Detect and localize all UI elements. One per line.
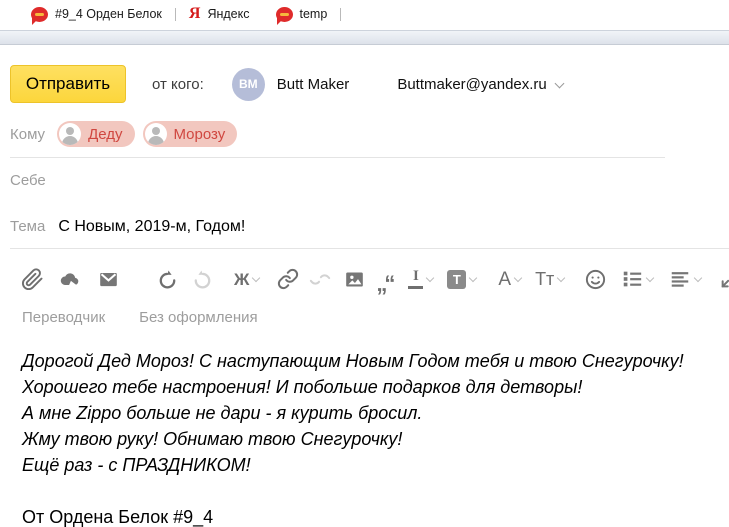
chevron-down-icon [426,273,435,283]
send-button[interactable]: Отправить [10,65,126,103]
sender-avatar[interactable]: BM [231,67,265,101]
chevron-down-icon [252,273,261,283]
chevron-down-icon [694,273,703,283]
quote-icon[interactable]: „“ [376,270,395,294]
tab-label: temp [299,7,328,21]
unlink-icon[interactable] [309,268,331,290]
subject-row[interactable]: Тема С Новым, 2019-м, Годом! [10,218,729,249]
list-icon[interactable] [621,268,655,290]
chat-bubble-minus-icon [275,6,293,25]
background-color-icon[interactable]: T [447,269,478,289]
fullscreen-icon[interactable] [719,268,729,290]
font-family-icon[interactable]: A [498,270,523,289]
emoji-icon[interactable] [584,268,607,291]
recipient-chip[interactable]: Морозу [142,121,238,147]
yandex-icon: Я [188,5,201,22]
chevron-down-icon [513,273,523,283]
message-body-editor[interactable]: Дорогой Дед Мороз! С наступающим Новым Г… [10,348,729,527]
person-avatar-icon [144,123,167,145]
subject-input[interactable]: С Новым, 2019-м, Годом! [58,218,245,236]
recipient-name: Деду [88,125,123,143]
tab-orden-belok[interactable]: #9_4 Орден Белок [18,0,175,28]
from-row: Отправить от кого: BM Butt Maker Buttmak… [10,65,729,103]
toolbar-sublinks: Переводчик Без оформления [10,309,729,326]
tab-label: Яндекс [207,7,250,21]
tab-label: #9_4 Орден Белок [55,7,162,21]
person-avatar-icon [59,123,82,145]
plain-text-link[interactable]: Без оформления [139,309,257,326]
chevron-down-icon [646,273,655,283]
attach-icon[interactable] [21,267,44,291]
cloud-attach-icon[interactable] [58,268,82,290]
body-line: Жму твою руку! Обнимаю твою Снегурочку! [22,429,403,449]
sender-name: Butt Maker [276,75,350,93]
align-icon[interactable] [669,268,703,290]
tab-temp[interactable]: temp [263,0,341,28]
chat-bubble-minus-icon [31,6,48,25]
attach-from-mail-icon[interactable] [97,269,120,290]
compose-pane: Отправить от кого: BM Butt Maker Buttmak… [0,65,729,527]
from-label: от кого: [152,75,204,93]
font-size-icon[interactable]: Тт [535,269,566,290]
body-line: Хорошего тебе настроения! И побольше под… [22,377,583,397]
body-line: Дорогой Дед Мороз! С наступающим Новым Г… [22,351,684,371]
chevron-down-icon [469,273,478,283]
recipient-chip[interactable]: Деду [57,121,135,147]
browser-tab-strip: #9_4 Орден Белок Я Яндекс temp [0,0,729,28]
undo-icon[interactable] [156,268,179,291]
body-line: А мне Zippo больше не дари - я курить бр… [22,403,423,423]
text-color-icon[interactable]: I [408,268,435,290]
browser-toolbar-band [0,30,729,45]
image-icon[interactable] [343,269,366,290]
sender-email[interactable]: Buttmaker@yandex.ru [397,76,546,93]
tab-separator [340,7,342,21]
bold-icon[interactable]: Ж [234,271,261,288]
recipient-name: Морозу [173,125,226,143]
tab-yandex[interactable]: Я Яндекс [176,0,263,28]
chevron-down-icon[interactable] [554,78,565,88]
signature-line: От Ордена Белок #9_4 [22,507,214,527]
translator-link[interactable]: Переводчик [22,309,105,326]
redo-icon[interactable] [191,268,214,291]
body-line: Ещё раз - с ПРАЗДНИКОМ! [22,455,251,475]
to-row[interactable]: Кому Деду Морозу [10,121,665,158]
link-icon[interactable] [277,268,299,290]
self-field[interactable]: Себе [10,172,729,196]
subject-label: Тема [10,218,46,235]
chevron-down-icon [557,273,566,283]
editor-toolbar: Ж „“ I T A Тт [10,265,729,294]
to-label: Кому [10,125,46,143]
